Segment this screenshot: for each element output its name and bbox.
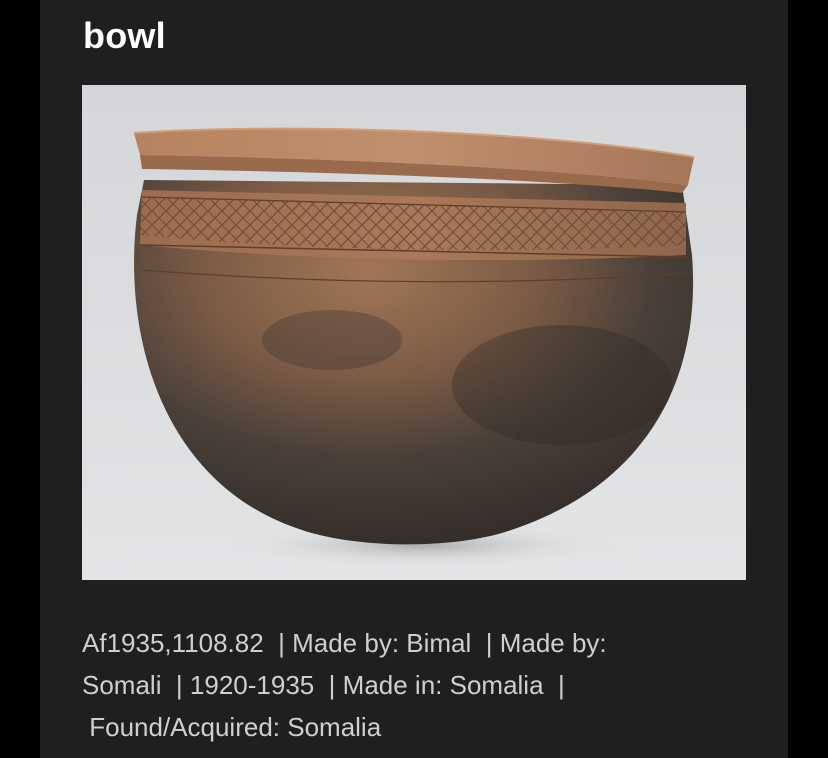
object-title: bowl [83,15,166,56]
metadata-line-1: Af1935,1108.82 | Made by: Bimal | Made b… [82,628,607,658]
object-photo [82,85,746,580]
metadata-line-3: Found/Acquired: Somalia [82,712,382,742]
object-card: bowl Af1935,1108.82 | Made by: Bimal | M… [40,0,788,758]
metadata-line-2: Somali | 1920-1935 | Made in: Somalia | [82,670,565,700]
object-metadata: Af1935,1108.82 | Made by: Bimal | Made b… [82,622,722,748]
